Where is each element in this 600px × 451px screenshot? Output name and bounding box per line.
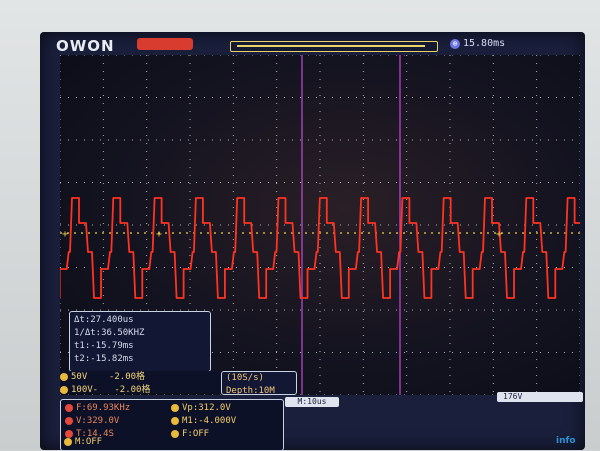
acquisition-panel: (10S/s) Depth:10M: [221, 371, 297, 396]
trigger-level-value: 176V: [503, 392, 523, 401]
channel-1-offset: -2.00格: [108, 372, 146, 382]
channel-1-row[interactable]: 50V -2.00格: [60, 371, 220, 384]
delay-icon: ⊕: [450, 39, 460, 49]
measure-icon: [171, 416, 179, 425]
cursor-readout-panel: Δt:27.400us 1/Δt:36.50KHZ t1:-15.79ms t2…: [69, 311, 211, 372]
measure-icon: [171, 403, 179, 412]
trigger-marker-left: +: [62, 229, 68, 240]
measure-frequency: F:69.93KHz: [65, 402, 171, 415]
measure-icon: [171, 429, 179, 438]
sample-rate: (10S/s): [226, 373, 264, 383]
trigger-marker-mid: +: [156, 229, 162, 240]
channel-1-volt: 50V: [71, 372, 88, 382]
trigger-level-readout[interactable]: 176V: [497, 392, 583, 402]
timebase-readout[interactable]: M:10us: [285, 397, 339, 407]
cursor-t1: t1:-15.79ms: [74, 341, 134, 351]
trigger-position-bar[interactable]: [230, 41, 438, 52]
memory-depth: Depth:10M: [226, 386, 275, 396]
watermark: info: [556, 436, 576, 446]
channel-2-offset: -2.00格: [114, 385, 151, 395]
measure-voltage: V:329.0V: [65, 415, 171, 428]
measure-icon: [65, 403, 73, 412]
cursor-delta-t: Δt:27.400us: [74, 315, 134, 325]
channel-settings-panel: 50V -2.00格 100V- -2.00格: [60, 371, 220, 395]
trigger-delay-value: 15.80ms: [463, 38, 506, 49]
measure-icon: [64, 437, 72, 446]
run-status-badge[interactable]: [137, 38, 193, 50]
trigger-delay-readout: ⊕ 15.80ms: [450, 38, 505, 49]
brand-logo: OWON: [56, 37, 115, 55]
channel-2-volt: 100V-: [71, 385, 99, 395]
measure-icon: [65, 416, 73, 425]
measure-math: M:OFF: [64, 437, 102, 447]
measure-peak-voltage: Vp:312.0V: [171, 402, 277, 415]
cursor-inverse-delta-t: 1/Δt:36.50KHZ: [74, 328, 145, 338]
measure-m1: M1:-4.000V: [171, 415, 277, 428]
channel-2-row[interactable]: 100V- -2.00格: [60, 384, 220, 397]
channel-2-icon: [60, 385, 68, 394]
measure-filter: F:OFF: [171, 428, 277, 441]
trigger-marker-right: +: [496, 229, 502, 240]
channel-1-icon: [60, 372, 68, 381]
cursor-t2: t2:-15.82ms: [74, 354, 134, 364]
